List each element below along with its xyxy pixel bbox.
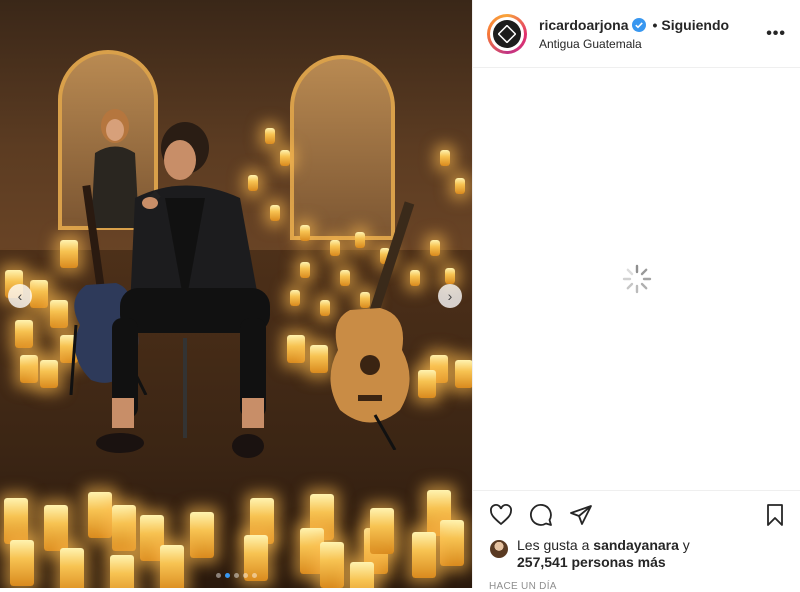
- carousel-next-button[interactable]: ›: [438, 284, 462, 308]
- liker-avatar[interactable]: [489, 539, 509, 559]
- likes-joiner: y: [678, 537, 690, 553]
- following-button[interactable]: Siguiendo: [661, 17, 729, 33]
- more-options-button[interactable]: •••: [766, 25, 786, 43]
- acoustic-guitar: [330, 201, 415, 450]
- carousel-indicator: [0, 573, 472, 578]
- lead-singer: [96, 122, 270, 458]
- post-timestamp[interactable]: HACE UN DÍA: [489, 581, 787, 592]
- username-link[interactable]: ricardoarjona: [539, 17, 628, 33]
- profile-logo-icon: [498, 24, 516, 43]
- likes-count-link[interactable]: 257,541 personas más: [517, 554, 666, 570]
- comment-icon[interactable]: [529, 503, 553, 527]
- spinner-icon: [622, 264, 652, 294]
- comments-area: [473, 69, 800, 489]
- heart-icon[interactable]: [489, 503, 513, 527]
- liker-username-link[interactable]: sandayanara: [593, 537, 679, 553]
- location-link[interactable]: Antigua Guatemala: [539, 37, 766, 51]
- chevron-left-icon: ‹: [17, 288, 23, 304]
- verified-badge-icon: [632, 17, 647, 32]
- post-photo[interactable]: ‹ ›: [0, 0, 472, 588]
- post-dialog: ‹ › ricardoarjona • Siguiendo Antigua Gu…: [0, 0, 800, 592]
- avatar[interactable]: [487, 13, 527, 54]
- post-sidebar: ricardoarjona • Siguiendo Antigua Guatem…: [472, 0, 800, 592]
- carousel-dot: [215, 573, 221, 578]
- bookmark-icon[interactable]: [763, 503, 787, 527]
- carousel-dot: [251, 573, 257, 578]
- carousel-prev-button[interactable]: ‹: [8, 284, 32, 308]
- carousel-dot-active: [224, 573, 230, 578]
- carousel-dot: [242, 573, 248, 578]
- share-icon[interactable]: [569, 503, 593, 527]
- likes-summary: Les gusta a sandayanara y 257,541 person…: [489, 537, 787, 571]
- likes-prefix: Les gusta a: [517, 537, 594, 553]
- header-separator: •: [652, 16, 658, 33]
- carousel-dot: [233, 573, 239, 578]
- post-header: ricardoarjona • Siguiendo Antigua Guatem…: [473, 0, 800, 68]
- post-actions: Les gusta a sandayanara y 257,541 person…: [473, 490, 800, 592]
- chevron-right-icon: ›: [447, 288, 453, 304]
